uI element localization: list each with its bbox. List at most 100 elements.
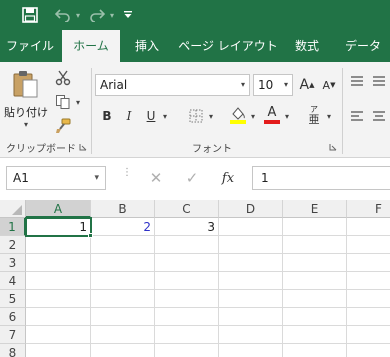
column-header-e[interactable]: E <box>283 200 347 218</box>
grid-cell[interactable] <box>219 236 283 254</box>
grid-cell[interactable] <box>283 254 347 272</box>
tab-home[interactable]: ホーム <box>62 30 120 62</box>
copy-dropdown-icon[interactable]: ▾ <box>74 92 82 112</box>
cut-icon[interactable] <box>52 68 74 88</box>
row-header-7[interactable]: 7 <box>0 326 26 344</box>
worksheet-grid[interactable]: A B C D E F 1 2 3 4 5 6 7 8 1 2 3 <box>0 200 390 357</box>
tab-page-layout[interactable]: ページ レイアウト <box>178 30 278 62</box>
grid-cell[interactable] <box>26 290 91 308</box>
italic-button[interactable]: I <box>120 106 138 126</box>
align-middle-icon[interactable] <box>370 72 388 90</box>
grid-cell[interactable] <box>155 290 219 308</box>
align-left-icon[interactable] <box>348 106 366 126</box>
grid-cell[interactable] <box>347 272 390 290</box>
row-header-1[interactable]: 1 <box>0 218 26 236</box>
save-icon[interactable] <box>20 5 40 25</box>
select-all-corner[interactable] <box>0 200 26 218</box>
cancel-icon[interactable]: ✕ <box>144 168 168 188</box>
column-header-f[interactable]: F <box>347 200 390 218</box>
name-box[interactable]: A1 ▾ <box>6 166 106 190</box>
redo-dropdown-icon[interactable]: ▾ <box>108 5 116 25</box>
grid-cell[interactable] <box>347 326 390 344</box>
borders-dropdown-icon[interactable]: ▾ <box>206 106 216 126</box>
grid-cell[interactable] <box>283 272 347 290</box>
cell-a1[interactable]: 1 <box>26 218 91 236</box>
grid-cell[interactable] <box>26 236 91 254</box>
grid-cell[interactable] <box>91 236 155 254</box>
font-color-dropdown-icon[interactable]: ▾ <box>282 106 292 126</box>
grid-cell[interactable] <box>155 326 219 344</box>
tab-data[interactable]: データ <box>336 30 390 62</box>
grid-cell[interactable] <box>347 344 390 357</box>
formula-input[interactable]: 1 <box>252 166 390 190</box>
grid-cell[interactable] <box>347 308 390 326</box>
grid-cell[interactable] <box>91 326 155 344</box>
grid-cell[interactable] <box>155 254 219 272</box>
grid-cell[interactable] <box>91 344 155 357</box>
grid-cell[interactable] <box>283 344 347 357</box>
grid-cell[interactable] <box>91 254 155 272</box>
underline-dropdown-icon[interactable]: ▾ <box>160 106 170 126</box>
font-name-select[interactable]: Arial ▾ <box>95 74 250 96</box>
fill-color-dropdown-icon[interactable]: ▾ <box>248 106 258 126</box>
decrease-font-size-icon[interactable]: A ▼ <box>319 75 339 95</box>
grid-cell[interactable] <box>283 236 347 254</box>
grid-cell[interactable] <box>283 218 347 236</box>
paste-button[interactable]: 貼り付け ▾ <box>4 66 48 132</box>
clipboard-launcher-icon[interactable] <box>78 142 88 152</box>
cell-c1[interactable]: 3 <box>155 218 219 236</box>
grid-cell[interactable] <box>219 290 283 308</box>
align-center-icon[interactable] <box>370 106 388 126</box>
grid-cell[interactable] <box>219 326 283 344</box>
row-header-8[interactable]: 8 <box>0 344 26 357</box>
row-header-6[interactable]: 6 <box>0 308 26 326</box>
column-header-b[interactable]: B <box>91 200 155 218</box>
grid-cell[interactable] <box>26 308 91 326</box>
grid-cell[interactable] <box>347 236 390 254</box>
fill-handle[interactable] <box>88 233 93 238</box>
row-header-5[interactable]: 5 <box>0 290 26 308</box>
align-top-icon[interactable] <box>348 72 366 90</box>
grid-cell[interactable] <box>26 326 91 344</box>
grid-cell[interactable] <box>283 290 347 308</box>
grid-cell[interactable] <box>155 308 219 326</box>
fill-color-icon[interactable] <box>228 104 248 126</box>
grid-cell[interactable] <box>26 344 91 357</box>
font-launcher-icon[interactable] <box>328 142 338 152</box>
tab-insert[interactable]: 挿入 <box>124 30 170 62</box>
column-header-d[interactable]: D <box>219 200 283 218</box>
grid-cell[interactable] <box>347 290 390 308</box>
phonetic-guide-icon[interactable]: ア 亜 <box>304 104 324 126</box>
cell-b1[interactable]: 2 <box>91 218 155 236</box>
borders-icon[interactable] <box>186 106 206 126</box>
grid-cell[interactable] <box>155 344 219 357</box>
grid-cell[interactable] <box>219 344 283 357</box>
column-header-c[interactable]: C <box>155 200 219 218</box>
underline-button[interactable]: U <box>142 106 160 126</box>
grid-cell[interactable] <box>283 308 347 326</box>
insert-function-icon[interactable]: fx <box>216 168 240 188</box>
grid-cell[interactable] <box>283 326 347 344</box>
grid-cell[interactable] <box>347 218 390 236</box>
tab-file[interactable]: ファイル <box>0 30 60 62</box>
grid-cell[interactable] <box>155 236 219 254</box>
undo-dropdown-icon[interactable]: ▾ <box>74 5 82 25</box>
grid-cell[interactable] <box>155 272 219 290</box>
grid-cell[interactable] <box>219 218 283 236</box>
column-header-a[interactable]: A <box>26 200 91 218</box>
undo-icon[interactable] <box>52 5 74 25</box>
font-size-select[interactable]: 10 ▾ <box>253 74 293 96</box>
copy-icon[interactable] <box>52 92 74 112</box>
tab-formulas[interactable]: 数式 <box>284 30 330 62</box>
grid-cell[interactable] <box>91 308 155 326</box>
font-color-icon[interactable]: A <box>262 104 282 126</box>
grid-cell[interactable] <box>347 254 390 272</box>
format-painter-icon[interactable] <box>52 116 74 136</box>
phonetic-dropdown-icon[interactable]: ▾ <box>324 106 334 126</box>
row-header-2[interactable]: 2 <box>0 236 26 254</box>
grid-cell[interactable] <box>91 290 155 308</box>
bold-button[interactable]: B <box>98 106 116 126</box>
formula-bar-grip[interactable]: ⋮ <box>122 168 132 186</box>
enter-icon[interactable]: ✓ <box>180 168 204 188</box>
redo-icon[interactable] <box>86 5 108 25</box>
